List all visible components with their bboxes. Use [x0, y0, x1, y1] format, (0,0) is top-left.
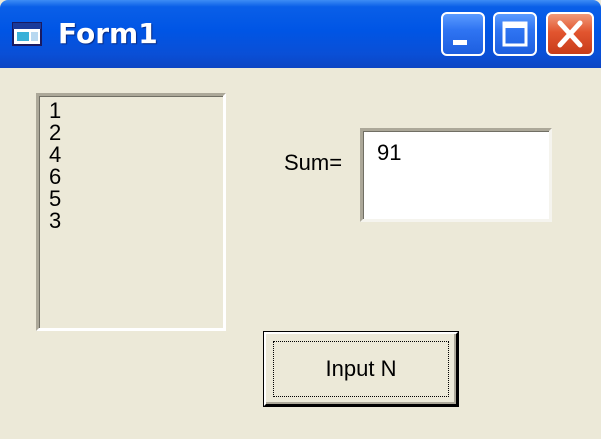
form-window-icon[interactable]	[12, 22, 44, 48]
close-button[interactable]	[546, 12, 594, 56]
input-n-button[interactable]: Input N	[264, 332, 458, 406]
list-item[interactable]: 2	[49, 122, 223, 144]
list-item[interactable]: 1	[49, 100, 223, 122]
window-title: Form1	[58, 17, 158, 50]
maximize-button[interactable]	[493, 12, 537, 56]
number-listbox[interactable]: 1 2 4 6 5 3	[36, 93, 226, 331]
minimize-button[interactable]	[441, 12, 485, 56]
list-item[interactable]: 6	[49, 166, 223, 188]
sum-textbox[interactable]: 91	[360, 128, 552, 222]
list-item[interactable]: 3	[49, 210, 223, 232]
sum-label: Sum=	[284, 150, 343, 175]
list-item[interactable]: 4	[49, 144, 223, 166]
title-bar[interactable]: Form1	[0, 0, 601, 68]
form1-window: Form1 1 2 4 6 5 3 Sum= 91 Input N	[0, 0, 601, 439]
input-n-button-label: Input N	[325, 356, 397, 381]
list-item[interactable]: 5	[49, 188, 223, 210]
